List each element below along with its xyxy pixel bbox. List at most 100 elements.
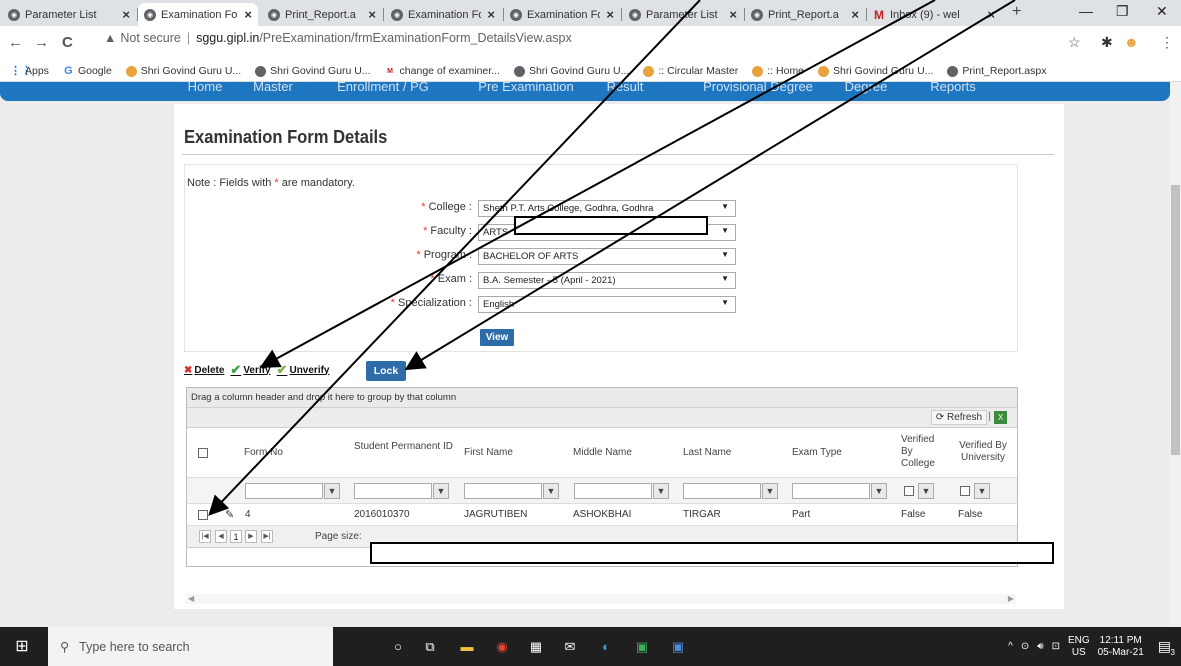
col-middle-name[interactable]: Middle Name [573, 447, 632, 458]
specialization-select[interactable]: English ▼ [478, 296, 736, 313]
tab-parameter-list[interactable]: ◉ Parameter List × [2, 3, 136, 26]
nav-degree[interactable]: Degree [836, 82, 896, 101]
next-page-button[interactable]: ▶ [245, 530, 257, 543]
filter-icon[interactable]: ▼ [871, 483, 887, 499]
program-select[interactable]: BACHELOR OF ARTS ▼ [478, 248, 736, 265]
minimize-button[interactable]: — [1079, 3, 1093, 19]
forward-icon[interactable]: → [34, 34, 49, 51]
unverify-button[interactable]: ✔ Unverify [277, 362, 330, 378]
notifications-icon[interactable]: ▤ 3 [1158, 638, 1175, 657]
filter-icon[interactable]: ▼ [543, 483, 559, 499]
select-all-checkbox[interactable] [198, 448, 208, 458]
bookmark-google[interactable]: G Google [63, 65, 112, 77]
filter-college-checkbox[interactable] [904, 486, 914, 496]
refresh-button[interactable]: ⟳ Refresh [930, 410, 987, 425]
network-icon[interactable]: ⊙ [1021, 641, 1029, 652]
col-student-id[interactable]: Student Permanent ID [354, 441, 454, 453]
back-icon[interactable]: ← [8, 34, 23, 51]
bookmark-change-of-examiner[interactable]: Mchange of examiner... [385, 65, 500, 77]
extensions-icon[interactable]: ✱ [1101, 34, 1113, 51]
close-tab-icon[interactable]: × [122, 7, 130, 22]
current-page[interactable]: 1 [230, 530, 242, 543]
close-tab-icon[interactable]: × [851, 7, 859, 22]
view-button[interactable]: View [480, 329, 514, 346]
bookmark-home[interactable]: :: Home [752, 65, 804, 77]
volume-icon[interactable]: 🔊︎ [1037, 641, 1043, 652]
col-last-name[interactable]: Last Name [683, 447, 731, 458]
taskbar-search[interactable]: ⚲ Type here to search [48, 627, 333, 666]
tab-print-report[interactable]: ◉ Print_Report.a × [262, 3, 382, 26]
lock-button[interactable]: Lock [366, 361, 406, 381]
task-view-icon[interactable]: ⧉ [420, 637, 440, 657]
scrollbar-thumb[interactable] [1171, 185, 1180, 455]
bookmark-apps[interactable]: ⋮⋮ Apps [10, 65, 49, 77]
filter-icon[interactable]: ▼ [762, 483, 778, 499]
delete-button[interactable]: ✖ Delete [184, 365, 224, 376]
edge-icon[interactable]: ◐ [596, 637, 616, 657]
filter-icon[interactable]: ▼ [918, 483, 934, 499]
filter-form-no-input[interactable] [245, 483, 323, 499]
language-indicator[interactable]: ENG US [1068, 635, 1090, 659]
restore-button[interactable]: ❐ [1116, 3, 1129, 20]
profile-avatar-icon[interactable]: ☻ [1124, 34, 1139, 50]
college-select[interactable]: Sheth P.T. Arts College, Godhra, Godhra ▼ [478, 200, 736, 217]
close-window-button[interactable]: ✕ [1156, 3, 1168, 20]
filter-icon[interactable]: ▼ [974, 483, 990, 499]
verify-button[interactable]: ✔ Verify [230, 362, 270, 378]
edit-pencil-icon[interactable]: ✎ [225, 508, 234, 521]
tab-examination-form[interactable]: ◉ Examination Fo × [385, 3, 501, 26]
col-verified-by-university[interactable]: Verified By University [957, 440, 1009, 464]
nav-enrollment[interactable]: Enrollment / PG [318, 82, 448, 101]
horizontal-scrollbar[interactable]: ◀ ▶ [186, 594, 1016, 604]
filter-university-checkbox[interactable] [960, 486, 970, 496]
nav-reports[interactable]: Reports [918, 82, 988, 101]
chevron-up-icon[interactable]: ^ [1008, 641, 1013, 652]
prev-page-button[interactable]: ◀ [215, 530, 227, 543]
close-tab-icon[interactable]: × [368, 7, 376, 22]
bookmark-print-report[interactable]: Print_Report.aspx [947, 65, 1046, 77]
filter-icon[interactable]: ▼ [433, 483, 449, 499]
first-page-button[interactable]: |◀ [199, 530, 211, 543]
filter-icon[interactable]: ▼ [324, 483, 340, 499]
row-select-checkbox[interactable] [198, 510, 208, 520]
windows-start-icon[interactable]: ⊞ [12, 637, 32, 657]
reload-icon[interactable]: C [62, 34, 73, 51]
col-verified-by-college[interactable]: Verified By College [901, 434, 941, 470]
last-page-button[interactable]: ▶| [261, 530, 273, 543]
col-exam-type[interactable]: Exam Type [792, 447, 842, 458]
exam-select[interactable]: B.A. Semester - 5 (April - 2021) ▼ [478, 272, 736, 289]
tab-examination-form-active[interactable]: ◉ Examination Fo × [138, 3, 258, 26]
bookmark-circular-master[interactable]: :: Circular Master [643, 65, 738, 77]
nav-home[interactable]: Home [180, 82, 230, 101]
nav-pre-examination[interactable]: Pre Examination [466, 82, 586, 101]
filter-last-name-input[interactable] [683, 483, 761, 499]
export-excel-icon[interactable]: X [994, 411, 1007, 424]
chrome-icon[interactable]: ◉ [492, 637, 512, 657]
filter-exam-type-input[interactable] [792, 483, 870, 499]
new-tab-button[interactable]: + [1012, 3, 1021, 21]
tab-gmail-inbox[interactable]: M Inbox (9) - wel × [867, 3, 1001, 26]
filter-icon[interactable]: ▼ [653, 483, 669, 499]
mail-icon[interactable]: ✉ [560, 637, 580, 657]
nav-result[interactable]: Result [600, 82, 650, 101]
filter-student-id-input[interactable] [354, 483, 432, 499]
clock[interactable]: 12:11 PM 05-Mar-21 [1098, 635, 1144, 659]
bookmark-star-icon[interactable]: ☆ [1068, 34, 1081, 51]
table-row[interactable]: ✎ 4 2016010370 JAGRUTIBEN ASHOKBHAI TIRG… [187, 504, 1017, 526]
bookmark-sggu[interactable]: Shri Govind Guru U... [818, 65, 933, 77]
filter-first-name-input[interactable] [464, 483, 542, 499]
nav-master[interactable]: Master [243, 82, 303, 101]
calculator-icon[interactable]: ▦ [526, 637, 546, 657]
bookmark-sggu[interactable]: Shri Govind Guru U... [255, 65, 371, 77]
filter-middle-name-input[interactable] [574, 483, 652, 499]
close-tab-icon[interactable]: × [244, 7, 252, 22]
col-form-no[interactable]: Form No [244, 447, 283, 458]
excel-icon[interactable]: ▣ [632, 637, 652, 657]
bookmark-sggu[interactable]: Shri Govind Guru U... [125, 65, 241, 77]
nav-provisional-degree[interactable]: Provisional Degree [688, 82, 828, 101]
close-tab-icon[interactable]: × [729, 7, 737, 22]
col-first-name[interactable]: First Name [464, 447, 513, 458]
address-bar[interactable]: ▲ Not secure | sggu.gipl.in/PreExaminati… [104, 31, 572, 45]
tab-print-report[interactable]: ◉ Print_Report.a × [745, 3, 865, 26]
bookmark-sggu[interactable]: Shri Govind Guru U... [513, 65, 629, 77]
